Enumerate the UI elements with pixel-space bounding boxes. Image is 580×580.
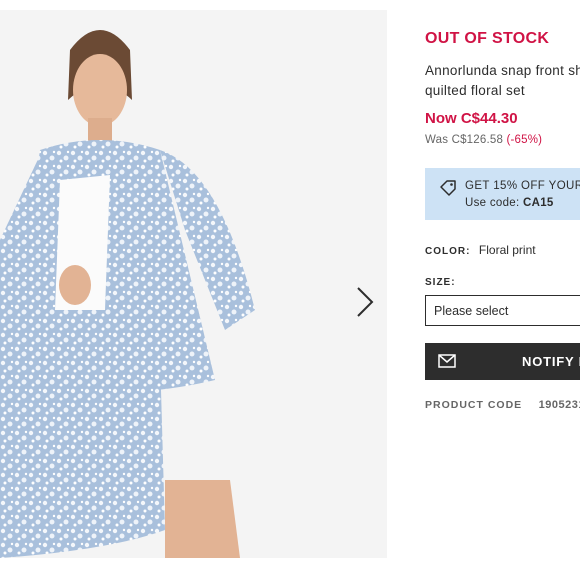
size-select-value: Please select	[434, 304, 509, 318]
product-photo	[0, 10, 387, 558]
size-label: SIZE:	[425, 277, 456, 288]
promo-banner[interactable]: GET 15% OFF YOUR ORDER Use code: CA15	[425, 168, 580, 220]
notify-me-label: NOTIFY ME	[522, 354, 580, 369]
chevron-right-icon	[357, 287, 374, 317]
promo-headline: GET 15% OFF YOUR ORDER	[465, 180, 580, 192]
mail-icon	[438, 354, 456, 368]
stock-status: OUT OF STOCK	[425, 30, 550, 47]
color-info: COLOR: Floral print	[425, 241, 536, 259]
discount-badge: (-65%)	[506, 134, 543, 146]
promo-code-label: Use code:	[465, 197, 520, 209]
promo-code: CA15	[522, 197, 554, 209]
product-code-label: PRODUCT CODE	[425, 399, 523, 411]
color-value: Floral print	[478, 243, 536, 257]
product-details-panel: OUT OF STOCK Annorlunda snap front shack…	[425, 0, 580, 580]
product-title: Annorlunda snap front shacket quilted fl…	[425, 63, 580, 98]
was-price: Was C$126.58	[425, 134, 504, 146]
notify-me-button[interactable]: NOTIFY ME	[425, 343, 580, 380]
product-code-value: 1905231	[538, 399, 580, 411]
color-label: COLOR:	[425, 246, 471, 257]
promo-code-line: Use code: CA15	[465, 197, 554, 209]
current-price: Now C$44.30	[425, 110, 518, 127]
previous-price: Was C$126.58 (-65%)	[425, 134, 542, 146]
tag-icon	[440, 180, 456, 196]
product-code: PRODUCT CODE 1905231	[425, 395, 580, 413]
product-image-gallery[interactable]	[0, 10, 387, 558]
size-select[interactable]: Please select	[425, 295, 580, 326]
next-image-button[interactable]	[350, 282, 378, 322]
